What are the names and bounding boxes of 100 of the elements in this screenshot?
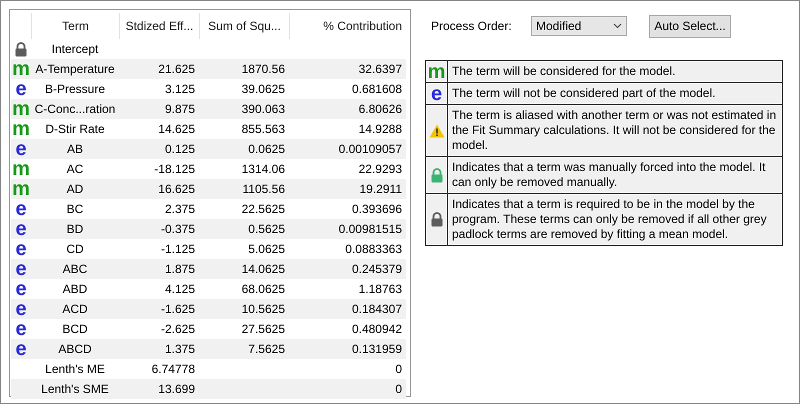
table-cell: 14.625	[158, 122, 195, 136]
table-cell: 0	[395, 382, 402, 396]
table-row[interactable]: e ABCD 1.375 7.5625 0.131959	[11, 339, 406, 359]
excluded-term-mark: e	[15, 221, 27, 237]
excluded-term-mark: e	[15, 241, 27, 257]
warning-icon	[428, 124, 444, 138]
term-cell: Lenth's ME	[45, 362, 105, 376]
term-cell: AB	[66, 142, 83, 156]
table-cell: 10.5625	[242, 302, 285, 316]
term-cell: BD	[66, 222, 84, 236]
table-cell: 3.125	[164, 82, 195, 96]
table-cell: 39.0625	[242, 82, 285, 96]
term-cell: BC	[66, 202, 84, 216]
table-cell: 2.375	[164, 202, 195, 216]
term-cell: Lenth's SME	[41, 382, 109, 396]
table-cell: 0	[395, 362, 402, 376]
table-cell: 0.00981515	[338, 222, 402, 236]
table-cell: 1.375	[164, 342, 195, 356]
table-cell: 0.393696	[352, 202, 402, 216]
table-row[interactable]: m A-Temperature 21.625 1870.56 32.6397	[11, 59, 406, 79]
term-cell: ABCD	[58, 342, 92, 356]
table-cell: 0.681608	[352, 82, 402, 96]
table-cell: 27.5625	[242, 322, 285, 336]
table-cell: 1870.56	[242, 62, 285, 76]
table-row[interactable]: m C-Conc...ration 9.875 390.063 6.80626	[11, 99, 406, 119]
chevron-icon	[613, 23, 622, 29]
model-term-mark: m	[12, 121, 30, 137]
model-term-mark: m	[428, 64, 446, 80]
table-cell: 19.2911	[360, 182, 402, 196]
model-term-mark: m	[12, 101, 30, 117]
padlock-icon	[15, 42, 27, 56]
model-term-mark: m	[12, 61, 30, 77]
excluded-term-mark: e	[15, 281, 27, 297]
table-row[interactable]: Lenth's SME 13.699 0	[11, 379, 406, 399]
term-cell: ABC	[62, 262, 88, 276]
table-cell: 21.625	[158, 62, 195, 76]
table-row[interactable]: e AB 0.125 0.0625 0.00109057	[11, 139, 406, 159]
legend-text: Indicates that a term is required to be in the model by the program. These terms can only be removed if all other grey padlock terms are removed by fitting a mean model.	[452, 197, 767, 241]
auto-select-button[interactable]: Auto Select...	[649, 14, 731, 38]
table-cell: 0.480942	[352, 322, 402, 336]
table-row[interactable]: m AD 16.625 1105.56 19.2911	[11, 179, 406, 199]
table-cell: 6.74778	[152, 362, 195, 376]
table-cell: 14.9288	[358, 122, 402, 136]
model-term-mark: m	[12, 181, 30, 197]
term-cell: Intercept	[52, 42, 98, 56]
process-order-dropdown[interactable]: Modified	[531, 16, 627, 36]
legend-text: The term will be considered for the model.	[452, 64, 676, 78]
table-cell: 855.563	[242, 122, 285, 136]
table-cell: -18.125	[154, 162, 195, 176]
table-cell: 0.131959	[352, 342, 402, 356]
legend-text: The term is aliased with another term or was not estimated in the Fit Summary calculations. It will not be considered for the model.	[452, 108, 776, 152]
legend-text: The term will not be considered part of the model.	[452, 86, 716, 100]
table-cell: 16.625	[158, 182, 195, 196]
term-cell: D-Stir Rate	[45, 122, 105, 136]
excluded-term-mark: e	[15, 321, 27, 337]
table-cell: 0.184307	[352, 302, 402, 316]
table-row[interactable]: e ABC 1.875 14.0625 0.245379	[11, 259, 406, 279]
table-cell: 22.9293	[358, 162, 402, 176]
table-cell: 9.875	[164, 102, 195, 116]
excluded-term-mark: e	[15, 261, 27, 277]
term-cell: BCD	[62, 322, 88, 336]
excluded-term-mark: e	[15, 201, 27, 217]
table-cell: -1.125	[160, 242, 195, 256]
table-cell: 13.699	[158, 382, 195, 396]
term-cell: AD	[66, 182, 84, 196]
term-cell: A-Temperature	[35, 62, 115, 76]
padlock-icon	[430, 168, 442, 182]
excluded-term-mark: e	[15, 81, 27, 97]
table-cell: 14.0625	[242, 262, 285, 276]
table-cell: 1314.06	[242, 162, 285, 176]
table-cell: 4.125	[164, 282, 195, 296]
table-cell: -1.625	[160, 302, 195, 316]
table-cell: 0.125	[164, 142, 195, 156]
legend-text: Indicates that a term was manually forced into the model. It can only be removed manually.	[452, 160, 766, 189]
table-cell: 0.00109057	[338, 142, 402, 156]
table-cell: 0.5625	[248, 222, 285, 236]
term-cell: AC	[66, 162, 84, 176]
table-cell: 0.0883363	[345, 242, 402, 256]
table-cell: 5.0625	[248, 242, 285, 256]
table-cell: 6.80626	[358, 102, 402, 116]
table-cell: 7.5625	[248, 342, 285, 356]
table-cell: 0.245379	[352, 262, 402, 276]
table-cell: 68.0625	[242, 282, 285, 296]
table-cell: 0.0625	[248, 142, 285, 156]
table-cell: -2.625	[160, 322, 195, 336]
table-cell: 1105.56	[242, 182, 285, 196]
model-term-mark: m	[12, 161, 30, 177]
table-cell: 1.18763	[358, 282, 402, 296]
table-row[interactable]: e ACD -1.625 10.5625 0.184307	[11, 299, 406, 319]
padlock-icon	[430, 212, 442, 227]
table-row[interactable]: e BD -0.375 0.5625 0.00981515	[11, 219, 406, 239]
excluded-term-mark: e	[15, 341, 27, 357]
table-cell: -0.375	[160, 222, 195, 236]
term-cell: C-Conc...ration	[34, 102, 116, 116]
table-cell: 390.063	[242, 102, 285, 116]
term-cell: ABD	[62, 282, 88, 296]
table-cell: 1.875	[164, 262, 195, 276]
table-cell: 22.5625	[242, 202, 285, 216]
term-cell: CD	[66, 242, 84, 256]
term-cell: B-Pressure	[44, 82, 106, 96]
